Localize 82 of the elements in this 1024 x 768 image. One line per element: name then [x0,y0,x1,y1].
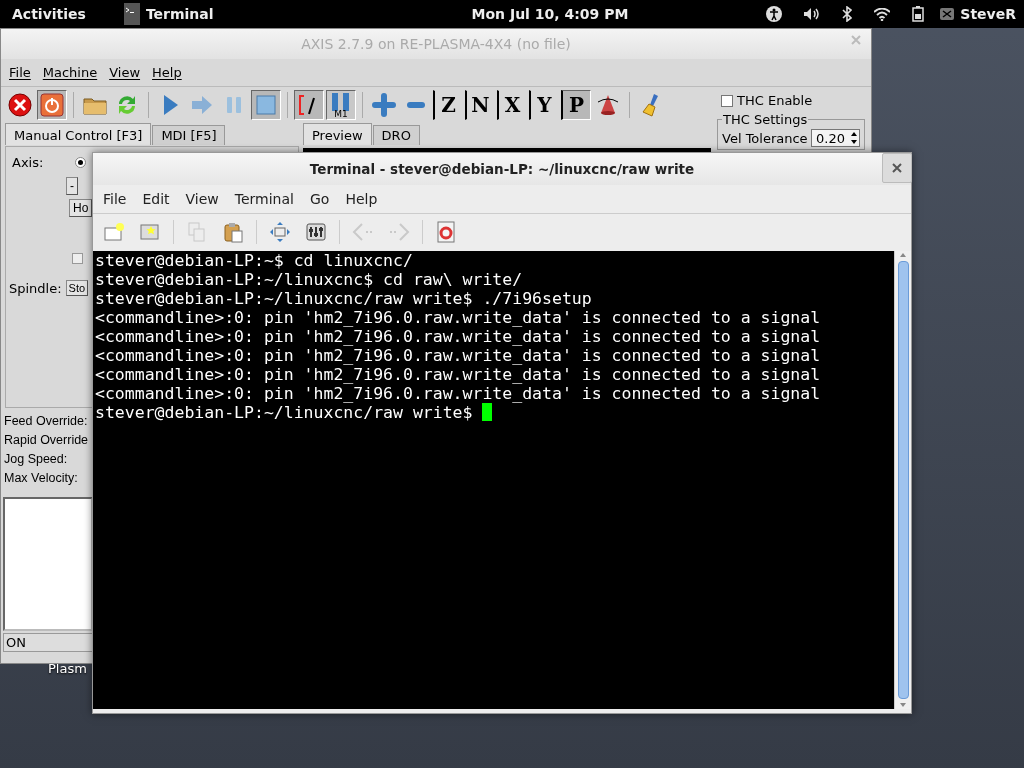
menu-item[interactable]: File [95,189,135,209]
minus-icon [406,101,426,109]
new-window-icon [139,221,161,243]
spin-field[interactable]: 0.20 [811,129,860,147]
user-icon [940,8,955,20]
slider-label: Jog Speed: [4,452,68,466]
activities-button[interactable]: Activities [0,6,98,22]
spin-arrows-icon [849,130,859,146]
copy-icon [186,221,208,243]
slider-label: Rapid Override [4,433,89,447]
terminal-line: <commandline>:0: pin 'hm2_7i96.0.raw.write_data' is connected to a signal [95,308,822,327]
help-icon [435,221,457,243]
user-menu-button[interactable]: SteveR [940,6,1016,22]
plus-icon [371,92,397,118]
scrollbar-thumb[interactable] [897,261,909,699]
close-icon [892,163,902,173]
radio-button[interactable] [75,156,87,168]
terminal-line: stever@debian-LP:~/linuxcnc/raw write$ ./7i96setup [95,289,593,308]
toolbar-button[interactable]: Y [529,90,559,120]
text-cursor [482,403,493,421]
forward-icon [388,221,410,243]
clock-button[interactable]: Mon Jul 10, 4:09 PM [471,6,629,22]
toolbar-button[interactable] [5,90,35,120]
wifi-icon[interactable] [874,7,891,21]
fullscreen-icon [269,221,291,243]
home-button[interactable]: Ho [69,199,93,217]
terminal-line: <commandline>:0: pin 'hm2_7i96.0.raw.write_data' is connected to a signal [95,346,822,365]
terminal-prompt: stever@debian-LP:~/linuxcnc/raw write$ [95,403,474,422]
spindle-label: Spindle: [9,280,62,296]
arrow-up-icon[interactable] [899,251,907,259]
slider-label: Max Velocity: [4,471,78,485]
stop-icon [253,92,279,118]
close-button[interactable] [882,153,912,183]
clipboard-icon [222,221,244,243]
terminal-icon [123,3,140,25]
toolbar-button[interactable]: Z [433,90,463,120]
toolbar-button[interactable]: M1 [326,90,356,120]
checkbox[interactable]: THC Enable [717,91,865,110]
tab[interactable]: MDI [F5] [152,125,226,145]
close-icon [7,92,33,118]
menu-item[interactable]: Go [301,189,338,209]
battery-icon[interactable] [912,6,925,22]
app-menu-button[interactable]: Terminal [123,3,214,25]
menu-item[interactable]: Machine [36,63,104,82]
menu-item[interactable]: File [3,63,37,82]
group-title: THC Settings [722,112,809,127]
terminal-line: stever@debian-LP:~$ cd linuxcnc/ [95,251,414,270]
arrow-down-icon[interactable] [899,701,907,709]
accessibility-icon[interactable] [766,6,783,22]
bluetooth-icon[interactable] [842,6,853,22]
toolbar-button[interactable]: X [497,90,527,120]
tab[interactable]: Manual Control [F3] [5,123,152,145]
close-icon[interactable] [851,35,861,45]
desktop-icon-label[interactable]: Plasm [48,661,87,676]
terminal-line: <commandline>:0: pin 'hm2_7i96.0.raw.write_data' is connected to a signal [95,365,822,384]
menu-item[interactable]: Edit [134,189,178,209]
jog-button[interactable]: - [66,177,78,195]
axis-label: Axis: [12,154,44,170]
window-title: AXIS 2.7.9 on RE-PLASMA-4X4 (no file) [301,36,571,52]
menu-item[interactable]: View [103,63,147,82]
volume-icon[interactable] [804,7,821,21]
back-icon [352,221,374,243]
slider-label: Feed Override: [4,414,88,428]
settings-icon [305,221,327,243]
toolbar-button[interactable]: P [561,90,591,120]
checkbox[interactable] [72,252,83,264]
menu-item[interactable]: Help [337,189,386,209]
terminal-line: <commandline>:0: pin 'hm2_7i96.0.raw.write_data' is connected to a signal [95,327,822,346]
new-tab-icon [103,221,125,243]
field-label: Vel Tolerance [722,130,808,146]
terminal-line: <commandline>:0: pin 'hm2_7i96.0.raw.write_data' is connected to a signal [95,384,822,403]
menu-item[interactable]: Terminal [226,189,302,209]
menu-item[interactable]: View [177,189,227,209]
menu-item[interactable]: Help [146,63,188,82]
spindle-stop-button[interactable]: Sto [65,280,89,296]
terminal-line: stever@debian-LP:~/linuxcnc$ cd raw\ write/ [95,270,524,289]
window-title: Terminal - stever@debian-LP: ~/linuxcnc/raw write [309,161,695,177]
tab[interactable]: Preview [303,123,372,145]
toolbar-button[interactable]: N [465,90,495,120]
tab[interactable]: DRO [372,125,420,145]
power-icon [39,92,65,118]
toolbar-button[interactable] [294,90,324,120]
